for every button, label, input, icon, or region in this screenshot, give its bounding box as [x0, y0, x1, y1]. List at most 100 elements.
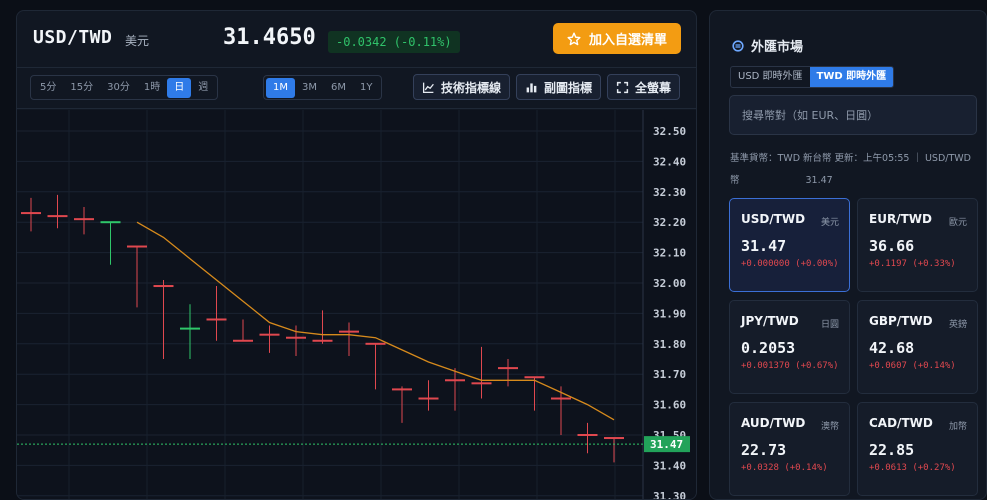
y-tick-label: 31.40 [653, 459, 686, 472]
card-pair: USD/TWD [741, 212, 806, 226]
pair-title: USD/TWD [33, 27, 113, 48]
card-pair: CAD/TWD [869, 416, 933, 430]
timeframe-option[interactable]: 15分 [63, 78, 100, 98]
card-currency-name: 加幣 [948, 422, 967, 432]
y-tick-label: 31.60 [653, 399, 686, 412]
candle-body[interactable] [180, 327, 200, 330]
candlestick-chart[interactable]: 32.50 32.40 32.30 32.20 32.10 32.00 31.90 31.80… [17, 110, 697, 500]
sub-chart-indicators-label: 副圖指標 [544, 80, 593, 95]
market-tab[interactable]: TWD 即時外匯 [809, 67, 894, 87]
timeframe-option[interactable]: 30分 [100, 78, 137, 98]
candle-body[interactable] [312, 339, 333, 342]
candle-body[interactable] [471, 382, 492, 385]
chart-panel: USD/TWD 美元 31.4650 -0.0342 (-0.11%) 加入自選… [16, 10, 697, 500]
y-tick-label: 31.70 [653, 368, 686, 381]
chart-background [17, 110, 696, 499]
card-change: +0.000000 (+0.00%) [741, 259, 839, 269]
candle-body[interactable] [445, 379, 465, 382]
card-rate: 22.85 [869, 441, 915, 459]
card-currency-name: 美元 [820, 218, 839, 228]
y-tick-label: 32.00 [653, 277, 686, 290]
candle-body[interactable] [259, 333, 280, 336]
card-pair: JPY/TWD [741, 314, 799, 328]
candle-body[interactable] [551, 397, 571, 400]
candle-body[interactable] [418, 397, 439, 400]
y-tick-label: 32.10 [653, 247, 686, 260]
chart-toolbar: 5分 15分 30分 1時日週 1M 3M 6M 1Y 技術指標線 副圖指標 全螢幕 [17, 69, 696, 109]
range-selector: 1M 3M 6M 1Y [263, 75, 383, 100]
candle-body[interactable] [47, 215, 68, 218]
card-rate: 31.47 [741, 237, 787, 255]
card-change: +0.1197 (+0.33%) [869, 259, 956, 269]
candle-body[interactable] [74, 218, 94, 221]
card-change: +0.0613 (+0.27%) [869, 463, 956, 473]
y-tick-label: 31.90 [653, 307, 686, 320]
card-currency-name: 日圓 [820, 320, 839, 330]
timeframe-option[interactable]: 日 [167, 77, 192, 98]
card-pair: EUR/TWD [869, 212, 932, 226]
card-rate: 0.2053 [741, 339, 796, 357]
current-price-label: 31.47 [650, 438, 683, 451]
sub-chart-indicators-button[interactable]: 副圖指標 [516, 74, 602, 100]
star-icon [567, 31, 581, 45]
timeframe-option[interactable]: 1時 [137, 78, 167, 98]
bar-chart-icon [526, 82, 537, 92]
timeframe-selector: 5分 15分 30分 1時日週 [30, 75, 219, 100]
candle-body[interactable] [286, 336, 306, 339]
currency-card[interactable]: GBP/TWD 英鎊 42.68 +0.0607 (+0.14%) [857, 300, 978, 394]
timeframe-option[interactable]: 週 [191, 78, 215, 98]
candle-body[interactable] [498, 367, 518, 370]
card-rate: 22.73 [741, 441, 787, 459]
y-tick-label: 31.30 [653, 490, 686, 500]
currency-card[interactable]: JPY/TWD 日圓 0.2053 +0.001370 (+0.67%) [729, 300, 850, 394]
card-pair: GBP/TWD [869, 314, 933, 328]
pair-search-input[interactable] [729, 95, 977, 135]
watchlist-label: 加入自選清單 [588, 33, 667, 48]
timeframe-option[interactable]: 5分 [33, 78, 63, 98]
y-tick-label: 32.30 [653, 186, 686, 199]
range-option[interactable]: 6M [324, 78, 353, 98]
candle-body[interactable] [206, 318, 227, 321]
range-option[interactable]: 1Y [353, 78, 379, 98]
technical-indicators-button[interactable]: 技術指標線 [413, 74, 511, 100]
range-option[interactable]: 3M [295, 78, 324, 98]
currency-card[interactable]: USD/TWD 美元 31.47 +0.000000 (+0.00%) [729, 198, 850, 292]
card-change: +0.0607 (+0.14%) [869, 361, 956, 371]
candle-body[interactable] [604, 437, 624, 440]
candle-body[interactable] [21, 212, 41, 215]
card-currency-name: 英鎊 [948, 320, 967, 330]
fullscreen-icon [616, 81, 629, 93]
card-rate: 42.68 [869, 339, 915, 357]
range-option[interactable]: 1M [266, 77, 295, 98]
candle-body[interactable] [233, 339, 253, 342]
currency-card[interactable]: CAD/TWD 加幣 22.85 +0.0613 (+0.27%) [857, 402, 978, 496]
card-pair: AUD/TWD [741, 416, 806, 430]
candle-body[interactable] [339, 330, 359, 333]
y-tick-label: 32.50 [653, 125, 686, 138]
card-change: +0.0328 (+0.14%) [741, 463, 828, 473]
candle-body[interactable] [577, 434, 598, 436]
fullscreen-label: 全螢幕 [635, 80, 672, 95]
fx-market-panel: 外匯市場 USD 即時外匯TWD 即時外匯 基準貨幣：TWD 新台幣 更新：上午… [709, 10, 987, 500]
market-tab[interactable]: USD 即時外匯 [731, 67, 810, 87]
exchange-icon [732, 39, 744, 52]
base-currency-line: 基準貨幣：TWD 新台幣 更新：上午05:55 ｜ USD/TWD [730, 153, 971, 164]
pair-name: 美元 [125, 34, 150, 48]
base-currency-info: 基準貨幣：TWD 新台幣 更新：上午05:55 ｜ USD/TWD 幣 31.47 [730, 148, 980, 192]
candle-body[interactable] [524, 376, 545, 379]
market-title-text: 外匯市場 [751, 40, 804, 55]
card-change: +0.001370 (+0.67%) [741, 361, 839, 371]
line-chart-icon [422, 82, 434, 93]
add-to-watchlist-button[interactable]: 加入自選清單 [553, 23, 681, 54]
candle-body[interactable] [127, 245, 147, 248]
y-tick-label: 32.40 [653, 155, 686, 168]
candle-body[interactable] [365, 342, 386, 345]
current-price: 31.4650 [223, 25, 316, 50]
card-currency-name: 歐元 [948, 218, 967, 228]
candle-body[interactable] [153, 285, 174, 288]
currency-card[interactable]: AUD/TWD 澳幣 22.73 +0.0328 (+0.14%) [729, 402, 850, 496]
candle-body[interactable] [100, 221, 121, 224]
fullscreen-button[interactable]: 全螢幕 [607, 74, 681, 100]
candle-body[interactable] [392, 388, 412, 391]
currency-card[interactable]: EUR/TWD 歐元 36.66 +0.1197 (+0.33%) [857, 198, 978, 292]
